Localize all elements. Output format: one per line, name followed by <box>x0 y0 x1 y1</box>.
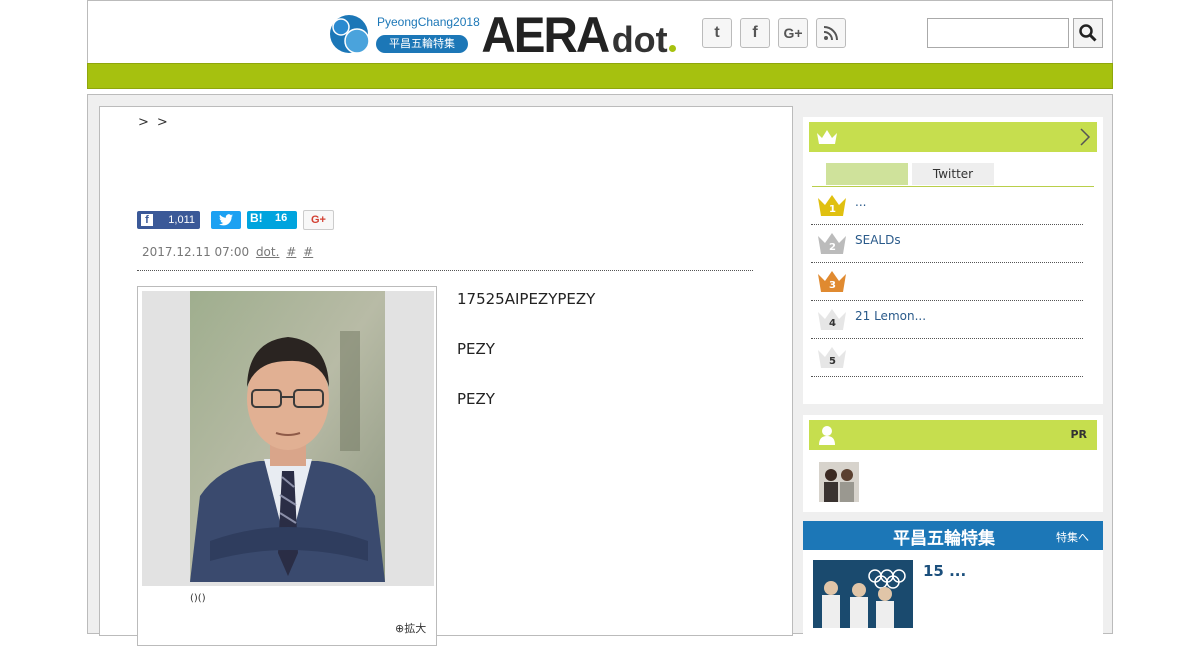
tab-twitter-ranking[interactable]: Twitter <box>912 163 994 185</box>
tag-link-2[interactable]: # <box>303 245 313 259</box>
article-paragraph: PEZY <box>457 390 495 408</box>
photo-figure: ()() ⊕拡大 <box>137 286 437 646</box>
logo-sub: dot <box>611 19 668 60</box>
hatena-count: 16 <box>275 212 288 224</box>
search-button[interactable] <box>1073 18 1103 48</box>
source-link[interactable]: dot. <box>256 245 279 259</box>
article-photo[interactable] <box>190 291 385 582</box>
google-plus-link[interactable]: G+ <box>778 18 808 48</box>
ranking-title: ... <box>855 195 867 209</box>
publish-date: 2017.12.11 07:00 <box>142 245 250 259</box>
google-plus-share-button[interactable]: G+ <box>303 210 334 230</box>
ranking-item[interactable]: 1 ... <box>811 187 1083 225</box>
facebook-share-button[interactable]: f 1,011 <box>137 211 200 229</box>
facebook-icon: f <box>752 24 758 41</box>
tab-access-ranking[interactable] <box>826 163 908 185</box>
article-paragraph: PEZY <box>457 340 495 358</box>
meta-divider <box>137 270 753 271</box>
pr-label: PR <box>1070 428 1087 441</box>
nav-bar <box>87 63 1113 89</box>
rank-number: 3 <box>829 280 836 291</box>
ranking-box: Twitter 1 ... 2 SEALDs 3 4 21 Lemon... 5 <box>803 117 1103 404</box>
olympic-banner-link: 特集へ <box>1056 531 1089 544</box>
photo-caption: ()() <box>190 593 206 604</box>
ranking-header[interactable] <box>809 122 1097 152</box>
portrait-image <box>190 291 385 582</box>
logo-main: AERA <box>481 7 610 63</box>
article-paragraph: 17525AIPEZYPEZY <box>457 290 596 308</box>
enlarge-label: 拡大 <box>404 622 427 635</box>
ranking-item[interactable]: 3 <box>811 263 1083 301</box>
article-meta: 2017.12.11 07:00 dot. # # <box>142 245 313 259</box>
person-icon <box>819 426 835 445</box>
facebook-icon: f <box>141 214 153 226</box>
logo-dot <box>668 45 676 52</box>
ranking-title: SEALDs <box>855 233 901 247</box>
ranking-item[interactable]: 2 SEALDs <box>811 225 1083 263</box>
facebook-share-count: 1,011 <box>168 214 195 226</box>
article-body: 17525AIPEZYPEZY PEZY PEZY <box>457 287 755 437</box>
olympic-thumbnail-image <box>813 560 913 628</box>
rss-link[interactable] <box>816 18 846 48</box>
twitter-link[interactable]: t <box>702 18 732 48</box>
rank-number: 2 <box>829 242 836 253</box>
content-frame: >> f 1,011 B! 16 G+ 2017.12.11 07:00 dot… <box>87 94 1113 646</box>
chevron-right-icon <box>1080 128 1091 146</box>
pr-header: PR <box>809 420 1097 450</box>
google-plus-icon: G+ <box>783 25 803 41</box>
rank-number: 4 <box>829 318 836 329</box>
olympic-thumbnail[interactable] <box>813 560 913 628</box>
hatena-bookmark-button[interactable]: B! 16 <box>247 211 297 229</box>
pr-box: PR <box>803 415 1103 512</box>
zoom-icon: ⊕ <box>395 622 405 635</box>
rank-number: 1 <box>829 204 836 215</box>
pr-thumbnail-image <box>819 462 859 502</box>
tweet-button[interactable] <box>211 211 241 229</box>
breadcrumb[interactable]: >> <box>138 115 176 130</box>
search-input[interactable] <box>927 18 1069 48</box>
olympic-globe-icon <box>330 15 370 54</box>
hatena-icon: B! <box>250 211 263 225</box>
search-icon <box>1079 24 1097 42</box>
article-main: >> f 1,011 B! 16 G+ 2017.12.11 07:00 dot… <box>99 106 793 646</box>
pyeongchang-logo[interactable]: PyeongChang2018 平昌五輪特集 <box>329 13 480 55</box>
olympic-news-box: 15 ... <box>803 550 1103 640</box>
facebook-link[interactable]: f <box>740 18 770 48</box>
olympic-badge: 平昌五輪特集 <box>376 35 468 53</box>
site-header: PyeongChang2018 平昌五輪特集 AERAdot t f G+ <box>87 0 1113 63</box>
twitter-icon: t <box>714 24 720 41</box>
enlarge-link[interactable]: ⊕拡大 <box>395 620 426 636</box>
tag-link-1[interactable]: # <box>286 245 296 259</box>
olympic-headline[interactable]: 15 ... <box>923 562 966 580</box>
aera-dot-logo[interactable]: AERAdot <box>478 6 676 63</box>
ranking-title: 21 Lemon... <box>855 309 927 323</box>
site-container: PyeongChang2018 平昌五輪特集 AERAdot t f G+ >>… <box>87 0 1113 646</box>
google-plus-icon: G+ <box>311 214 326 226</box>
olympic-brand-text: PyeongChang2018 <box>377 15 480 29</box>
ranking-item[interactable]: 4 21 Lemon... <box>811 301 1083 339</box>
ranking-item[interactable]: 5 <box>811 339 1083 377</box>
rank-number: 5 <box>829 356 836 367</box>
twitter-icon <box>219 214 233 226</box>
sidebar: Twitter 1 ... 2 SEALDs 3 4 21 Lemon... 5… <box>803 117 1103 640</box>
olympic-banner-title: 平昌五輪特集 <box>893 529 995 549</box>
pr-thumbnail[interactable] <box>819 462 859 502</box>
crown-icon <box>817 130 837 144</box>
rss-icon <box>823 26 838 41</box>
olympic-banner[interactable]: 平昌五輪特集 特集へ <box>803 521 1103 550</box>
